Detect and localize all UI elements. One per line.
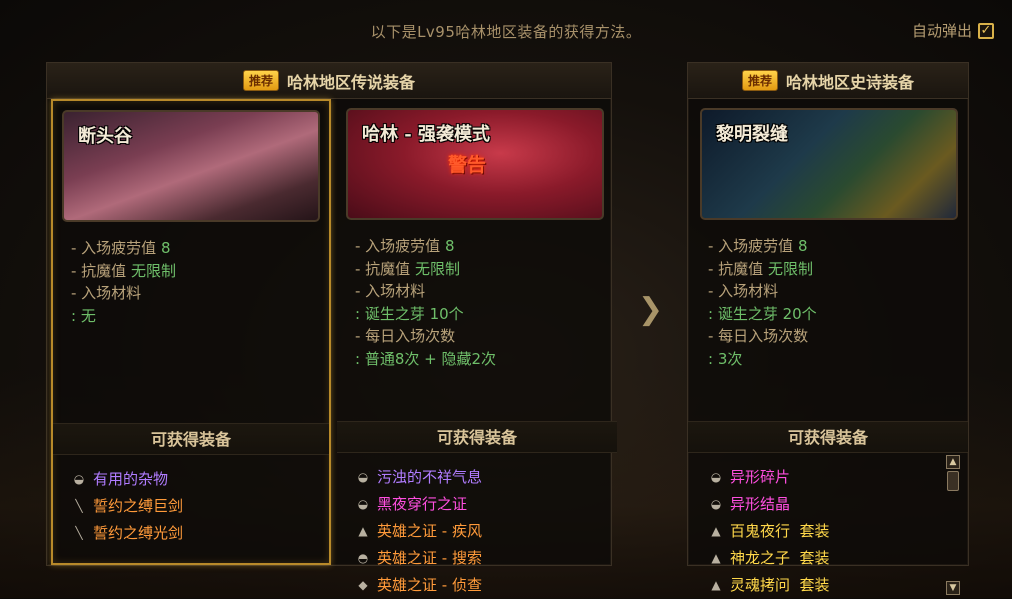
- list-item[interactable]: ◆ 英雄之证 - 侦查: [355, 572, 482, 599]
- stone-icon: ◒: [710, 470, 722, 484]
- dungeon-card-beheading-valley[interactable]: 断头谷 - 入场疲劳值 8 - 抗魔值 无限制 - 入场材料 : 无 可获得装备…: [51, 99, 331, 565]
- epic-panel-title: 哈林地区史诗装备: [786, 72, 915, 92]
- list-item[interactable]: ╲ 誓约之缚光剑: [71, 520, 183, 547]
- obtainable-equipment-title: 可获得装备: [53, 423, 329, 455]
- stone-icon: ◒: [710, 497, 722, 511]
- obtainable-equipment-title: 可获得装备: [688, 421, 968, 453]
- list-item[interactable]: ◒ 有用的杂物: [71, 466, 183, 493]
- dungeon-card-dawn-rift[interactable]: 黎明裂缝 - 入场疲劳值 8 - 抗魔值 无限制 - 入场材料 : 诞生之芽 2…: [688, 99, 968, 595]
- dungeon-thumbnail[interactable]: 黎明裂缝: [700, 108, 958, 220]
- list-item[interactable]: ◒ 异形结晶: [708, 491, 830, 518]
- page-title: 以下是Lv95哈林地区装备的获得方法。: [370, 23, 642, 41]
- legend-panel-header: 推荐 哈林地区传说装备: [47, 63, 611, 99]
- dungeon-name: 断头谷: [78, 126, 132, 147]
- equipment-scrollbar[interactable]: ▲ ▼: [946, 455, 960, 595]
- list-item[interactable]: ◒ 异形碎片: [708, 464, 830, 491]
- sword-icon: ╲: [75, 526, 83, 540]
- equipment-list: ◒ 异形碎片 ◒ 异形结晶 ▲ 百鬼夜行 套装 ▲ 神龙之子 套装 ▲ 灵魂拷问 套装: [708, 464, 830, 599]
- list-item[interactable]: ▲ 百鬼夜行 套装: [708, 518, 829, 545]
- dungeon-info: - 入场疲劳值 8 - 抗魔值 无限制 - 入场材料 : 诞生之芽 10个 - …: [355, 237, 497, 368]
- list-item[interactable]: ◒ 黑夜穿行之证: [355, 491, 482, 518]
- recommend-badge: 推荐: [741, 70, 778, 91]
- dungeon-info: - 入场疲劳值 8 - 抗魔值 无限制 - 入场材料 : 无: [71, 239, 176, 325]
- list-item[interactable]: ╲ 誓约之缚巨剑: [71, 493, 183, 520]
- next-arrow-icon[interactable]: ❯: [638, 293, 663, 327]
- list-item[interactable]: ◒ 污浊的不祥气息: [355, 464, 482, 491]
- list-item[interactable]: ▲ 神龙之子 套装: [708, 545, 829, 572]
- stone-icon: ◒: [357, 497, 369, 511]
- armor-icon: ▲: [711, 524, 721, 538]
- auto-popup-toggle[interactable]: 自动弹出 ✓: [912, 20, 994, 41]
- dungeon-card-harlem-assault[interactable]: 哈林 - 强袭模式 警告 - 入场疲劳值 8 - 抗魔值 无限制 - 入场材料 …: [337, 99, 617, 594]
- epic-equipment-panel: 推荐 哈林地区史诗装备 黎明裂缝 - 入场疲劳值 8 - 抗魔值 无限制 - 入…: [687, 62, 969, 595]
- obtainable-equipment-title: 可获得装备: [337, 421, 617, 453]
- stone-icon: ◒: [73, 472, 85, 486]
- armor-icon: ▲: [358, 524, 368, 538]
- list-item[interactable]: ◓ 英雄之证 - 搜索: [355, 545, 482, 572]
- ring-icon: ◓: [357, 551, 369, 565]
- equipment-list: ◒ 污浊的不祥气息 ◒ 黑夜穿行之证 ▲ 英雄之证 - 疾风 ◓ 英雄之证 - 搜索 ◆…: [355, 464, 482, 599]
- scroll-track[interactable]: [946, 469, 960, 581]
- stone-icon: ◒: [357, 470, 369, 484]
- list-item[interactable]: ▲ 英雄之证 - 疾风: [355, 518, 482, 545]
- dungeon-name: 黎明裂缝: [716, 124, 788, 145]
- dungeon-info: - 入场疲劳值 8 - 抗魔值 无限制 - 入场材料 : 诞生之芽 20个 - …: [708, 237, 817, 368]
- legend-panel-title: 哈林地区传说装备: [287, 72, 416, 92]
- epic-panel-header: 推荐 哈林地区史诗装备: [688, 63, 968, 99]
- warning-label: 警告: [448, 154, 487, 176]
- scroll-down-button[interactable]: ▼: [946, 581, 960, 595]
- sword-icon: ╲: [75, 499, 83, 513]
- dungeon-thumbnail[interactable]: 哈林 - 强袭模式 警告: [346, 108, 604, 220]
- list-item[interactable]: ▲ 灵魂拷问 套装: [708, 572, 829, 599]
- dungeon-thumbnail[interactable]: 断头谷: [62, 110, 320, 222]
- armor-icon: ▲: [711, 551, 721, 565]
- dungeon-name: 哈林 - 强袭模式: [362, 124, 491, 145]
- scroll-up-button[interactable]: ▲: [946, 455, 960, 469]
- legend-equipment-panel: 推荐 哈林地区传说装备 断头谷 - 入场疲劳值 8 - 抗魔值 无限制 - 入场…: [46, 62, 617, 594]
- equipment-list: ◒ 有用的杂物 ╲ 誓约之缚巨剑 ╲ 誓约之缚光剑: [71, 466, 183, 547]
- scroll-thumb[interactable]: [947, 471, 959, 491]
- recommend-badge: 推荐: [242, 70, 279, 91]
- armor-icon: ▲: [711, 578, 721, 592]
- auto-popup-label: 自动弹出: [911, 22, 972, 40]
- auto-popup-checkbox[interactable]: ✓: [978, 22, 994, 39]
- gem-icon: ◆: [358, 578, 368, 592]
